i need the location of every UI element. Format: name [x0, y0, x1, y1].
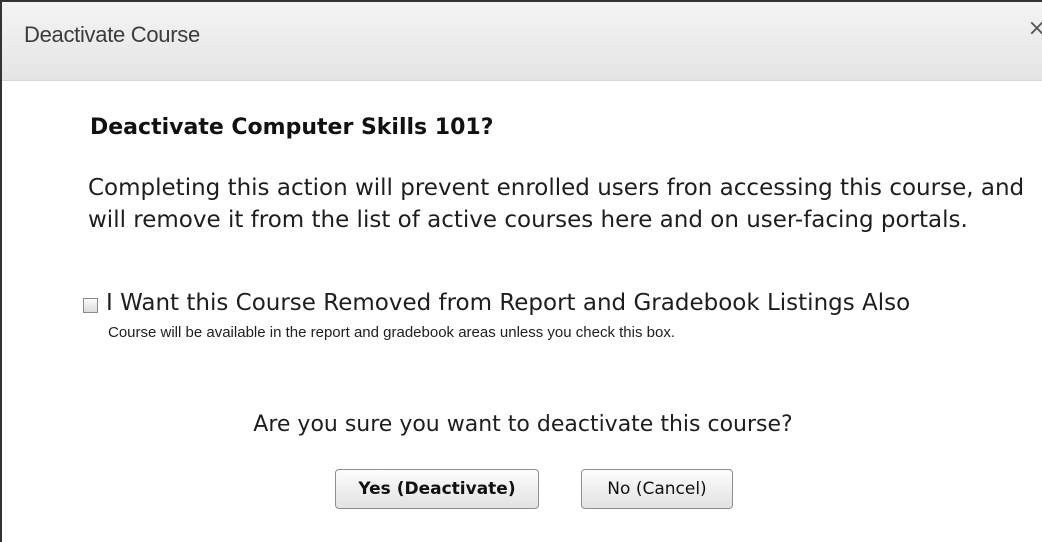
- remove-from-listings-checkbox[interactable]: [83, 298, 98, 313]
- dialog-description: Completing this action will prevent enro…: [88, 175, 1025, 233]
- dialog-title: Deactivate Course: [24, 22, 200, 47]
- deactivate-course-dialog: Deactivate Course × Deactivate Computer …: [0, 0, 1042, 542]
- close-icon[interactable]: ×: [1028, 16, 1042, 41]
- dialog-titlebar: Deactivate Course ×: [2, 2, 1042, 81]
- confirmation-question: Are you sure you want to deactivate this…: [253, 412, 793, 437]
- remove-from-listings-note: Course will be available in the report a…: [108, 324, 675, 341]
- remove-from-listings-label[interactable]: I Want this Course Removed from Report a…: [106, 290, 910, 316]
- yes-deactivate-button[interactable]: Yes (Deactivate): [335, 469, 539, 509]
- no-cancel-button[interactable]: No (Cancel): [581, 469, 733, 509]
- dialog-heading: Deactivate Computer Skills 101?: [90, 115, 494, 140]
